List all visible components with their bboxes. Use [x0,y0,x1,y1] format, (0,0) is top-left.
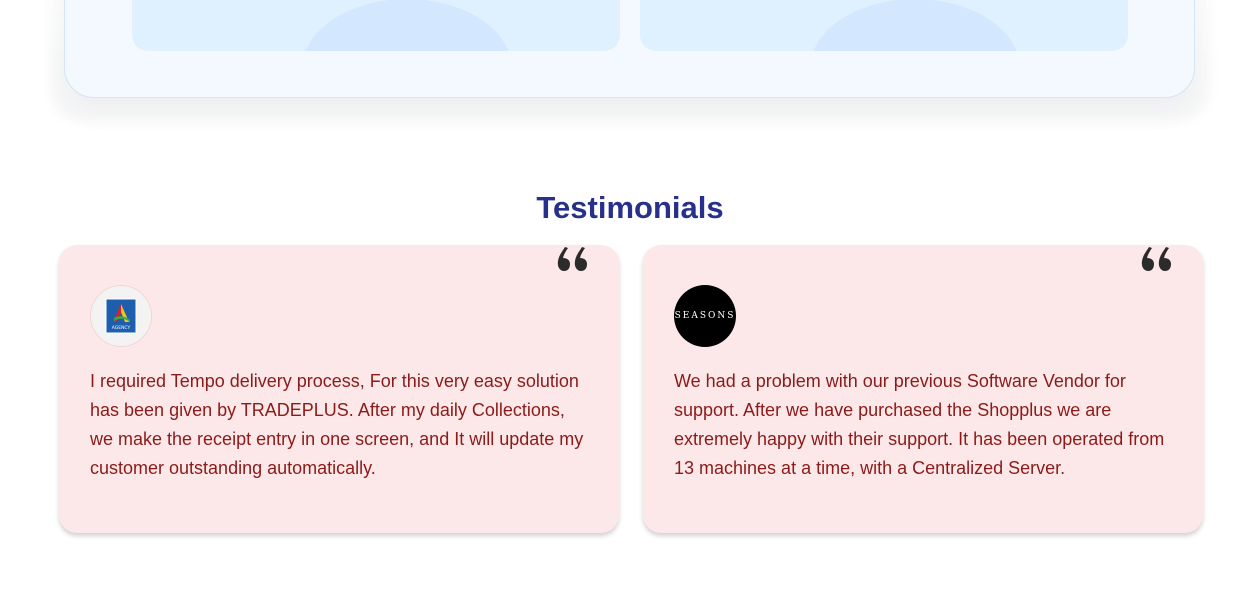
agency-logo-icon: AGENCY [90,285,152,347]
seasons-logo-text: SEASONS [674,311,736,321]
top-card [64,0,1195,98]
testimonial-text: I required Tempo delivery process, For t… [90,371,584,478]
testimonial-card: AGENCY I required Tempo delivery process… [59,245,619,533]
testimonial-card: SEASONS We had a problem with our previo… [643,245,1203,533]
quote-icon [557,247,587,271]
section-title: Testimonials [536,190,724,225]
preview-decoration [810,0,1020,51]
testimonial-text: We had a problem with our previous Softw… [674,371,1165,478]
preview-panel-left [132,0,620,51]
seasons-logo-icon: SEASONS [674,285,736,347]
preview-decoration [302,0,512,51]
agency-logo-graphic: AGENCY [105,298,137,334]
preview-panel-right [640,0,1128,51]
quote-icon [1141,247,1171,271]
page: Testimonials AGENCY I required Tempo del… [0,0,1260,600]
agency-logo-text: AGENCY [112,325,131,331]
